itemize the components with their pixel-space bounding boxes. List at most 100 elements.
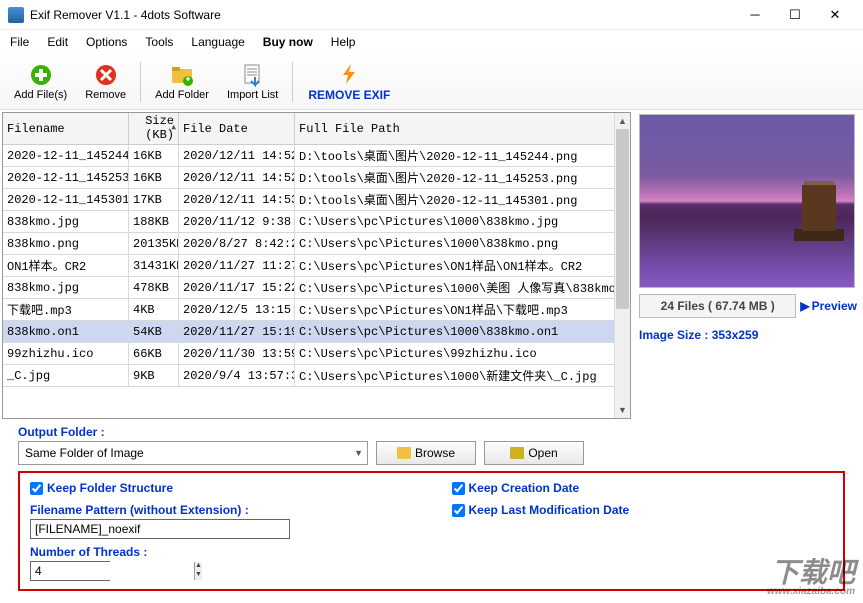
cell: D:\tools\桌面\图片\2020-12-11_145253.png xyxy=(295,167,614,188)
browse-button[interactable]: Browse xyxy=(376,441,476,465)
scroll-down-icon[interactable]: ▼ xyxy=(615,402,630,418)
cell: 2020/12/11 14:53:09 xyxy=(179,189,295,210)
output-folder-label: Output Folder : xyxy=(18,425,845,439)
cell: C:\Users\pc\Pictures\ON1样品\下载吧.mp3 xyxy=(295,299,614,320)
minimize-button[interactable]: ─ xyxy=(735,1,775,29)
table-row[interactable]: 下载吧.mp34KB2020/12/5 13:15:55C:\Users\pc\… xyxy=(3,299,614,321)
cell: 2020/11/27 11:27:41 xyxy=(179,255,295,276)
cell: 188KB xyxy=(129,211,179,232)
threads-label: Number of Threads : xyxy=(30,545,412,559)
cell: 2020/11/30 13:59:20 xyxy=(179,343,295,364)
vertical-scrollbar[interactable]: ▲ ▼ xyxy=(614,113,630,418)
import-list-icon xyxy=(241,63,265,87)
cell: 2020/9/4 13:57:31 xyxy=(179,365,295,386)
open-button[interactable]: Open xyxy=(484,441,584,465)
table-row[interactable]: 2020-12-11_145244.png16KB2020/12/11 14:5… xyxy=(3,145,614,167)
table-row[interactable]: 99zhizhu.ico66KB2020/11/30 13:59:20C:\Us… xyxy=(3,343,614,365)
menu-language[interactable]: Language xyxy=(191,35,244,49)
maximize-button[interactable]: ☐ xyxy=(775,1,815,29)
filename-pattern-label: Filename Pattern (without Extension) : xyxy=(30,503,412,517)
threads-input[interactable] xyxy=(31,562,194,580)
preview-panel: 24 Files ( 67.74 MB ) ▶Preview Image Siz… xyxy=(633,110,863,421)
keep-folder-checkbox[interactable]: Keep Folder Structure xyxy=(30,481,412,495)
cell: 2020/12/11 14:52:58 xyxy=(179,167,295,188)
cell: 2020/8/27 8:42:24 xyxy=(179,233,295,254)
cell: C:\Users\pc\Pictures\1000\美图 人像写真\838kmo… xyxy=(295,277,614,298)
bottom-panel: Output Folder : Same Folder of Image ▼ B… xyxy=(0,421,863,603)
table-row[interactable]: 2020-12-11_145301.png17KB2020/12/11 14:5… xyxy=(3,189,614,211)
menu-buynow[interactable]: Buy now xyxy=(263,35,313,49)
cell: C:\Users\pc\Pictures\1000\838kmo.on1 xyxy=(295,321,614,342)
table-row[interactable]: 838kmo.on154KB2020/11/27 15:19:13C:\User… xyxy=(3,321,614,343)
threads-spinner[interactable]: ▲▼ xyxy=(30,561,110,581)
col-filename[interactable]: Filename xyxy=(3,113,129,144)
cell: 16KB xyxy=(129,145,179,166)
cell: 838kmo.jpg xyxy=(3,277,129,298)
cell: _C.jpg xyxy=(3,365,129,386)
cell: C:\Users\pc\Pictures\1000\838kmo.png xyxy=(295,233,614,254)
toolbar-separator xyxy=(292,62,293,102)
cell: 2020-12-11_145301.png xyxy=(3,189,129,210)
preview-image xyxy=(639,114,855,288)
cell: 17KB xyxy=(129,189,179,210)
preview-button[interactable]: ▶Preview xyxy=(800,299,857,313)
keep-modification-checkbox[interactable]: Keep Last Modification Date xyxy=(452,503,834,517)
table-row[interactable]: 838kmo.png20135KB2020/8/27 8:42:24C:\Use… xyxy=(3,233,614,255)
spin-up-icon[interactable]: ▲ xyxy=(195,562,202,571)
cell: 2020/11/17 15:22:01 xyxy=(179,277,295,298)
table-row[interactable]: ON1样本。CR231431KB2020/11/27 11:27:41C:\Us… xyxy=(3,255,614,277)
remove-button[interactable]: Remove xyxy=(77,61,134,103)
table-row[interactable]: 838kmo.jpg478KB2020/11/17 15:22:01C:\Use… xyxy=(3,277,614,299)
file-grid[interactable]: Filename Size (KB)▲ File Date Full File … xyxy=(2,112,631,419)
add-folder-button[interactable]: Add Folder xyxy=(147,61,217,103)
menu-options[interactable]: Options xyxy=(86,35,127,49)
add-files-button[interactable]: Add File(s) xyxy=(6,61,75,103)
grid-header: Filename Size (KB)▲ File Date Full File … xyxy=(3,113,614,145)
table-row[interactable]: 2020-12-11_145253.png16KB2020/12/11 14:5… xyxy=(3,167,614,189)
menubar: File Edit Options Tools Language Buy now… xyxy=(0,30,863,54)
cell: 838kmo.png xyxy=(3,233,129,254)
import-list-button[interactable]: Import List xyxy=(219,61,286,103)
output-folder-select[interactable]: Same Folder of Image ▼ xyxy=(18,441,368,465)
cell: 838kmo.on1 xyxy=(3,321,129,342)
chevron-down-icon: ▼ xyxy=(354,448,363,458)
toolbar-separator xyxy=(140,62,141,102)
titlebar: Exif Remover V1.1 - 4dots Software ─ ☐ ✕ xyxy=(0,0,863,30)
image-size-label: Image Size : 353x259 xyxy=(639,328,857,342)
menu-help[interactable]: Help xyxy=(331,35,356,49)
menu-file[interactable]: File xyxy=(10,35,29,49)
close-button[interactable]: ✕ xyxy=(815,1,855,29)
scroll-up-icon[interactable]: ▲ xyxy=(615,113,630,129)
table-row[interactable]: _C.jpg9KB2020/9/4 13:57:31C:\Users\pc\Pi… xyxy=(3,365,614,387)
filename-pattern-input[interactable] xyxy=(30,519,290,539)
cell: C:\Users\pc\Pictures\99zhizhu.ico xyxy=(295,343,614,364)
col-size[interactable]: Size (KB)▲ xyxy=(129,113,179,144)
folder-icon xyxy=(397,447,411,459)
spin-down-icon[interactable]: ▼ xyxy=(195,571,202,580)
menu-edit[interactable]: Edit xyxy=(47,35,68,49)
cell: 31431KB xyxy=(129,255,179,276)
plus-icon xyxy=(29,63,53,87)
cell: 2020-12-11_145244.png xyxy=(3,145,129,166)
cell: ON1样本。CR2 xyxy=(3,255,129,276)
cell: 4KB xyxy=(129,299,179,320)
table-row[interactable]: 838kmo.jpg188KB2020/11/12 9:38:48C:\User… xyxy=(3,211,614,233)
toolbar: Add File(s) Remove Add Folder Import Lis… xyxy=(0,54,863,110)
play-icon: ▶ xyxy=(800,299,809,313)
options-box: Keep Folder Structure Filename Pattern (… xyxy=(18,471,845,591)
cell: 9KB xyxy=(129,365,179,386)
cell: 2020/12/11 14:52:44 xyxy=(179,145,295,166)
col-filedate[interactable]: File Date xyxy=(179,113,295,144)
cell: D:\tools\桌面\图片\2020-12-11_145244.png xyxy=(295,145,614,166)
watermark: 下载吧 www.xiazaiba.com xyxy=(767,559,855,597)
cell: 16KB xyxy=(129,167,179,188)
remove-exif-button[interactable]: REMOVE EXIF xyxy=(299,60,399,104)
keep-creation-checkbox[interactable]: Keep Creation Date xyxy=(452,481,834,495)
cell: 99zhizhu.ico xyxy=(3,343,129,364)
cell: 2020/11/12 9:38:48 xyxy=(179,211,295,232)
menu-tools[interactable]: Tools xyxy=(145,35,173,49)
cell: D:\tools\桌面\图片\2020-12-11_145301.png xyxy=(295,189,614,210)
scrollbar-thumb[interactable] xyxy=(616,129,629,309)
col-fullpath[interactable]: Full File Path xyxy=(295,113,614,144)
cell: 54KB xyxy=(129,321,179,342)
